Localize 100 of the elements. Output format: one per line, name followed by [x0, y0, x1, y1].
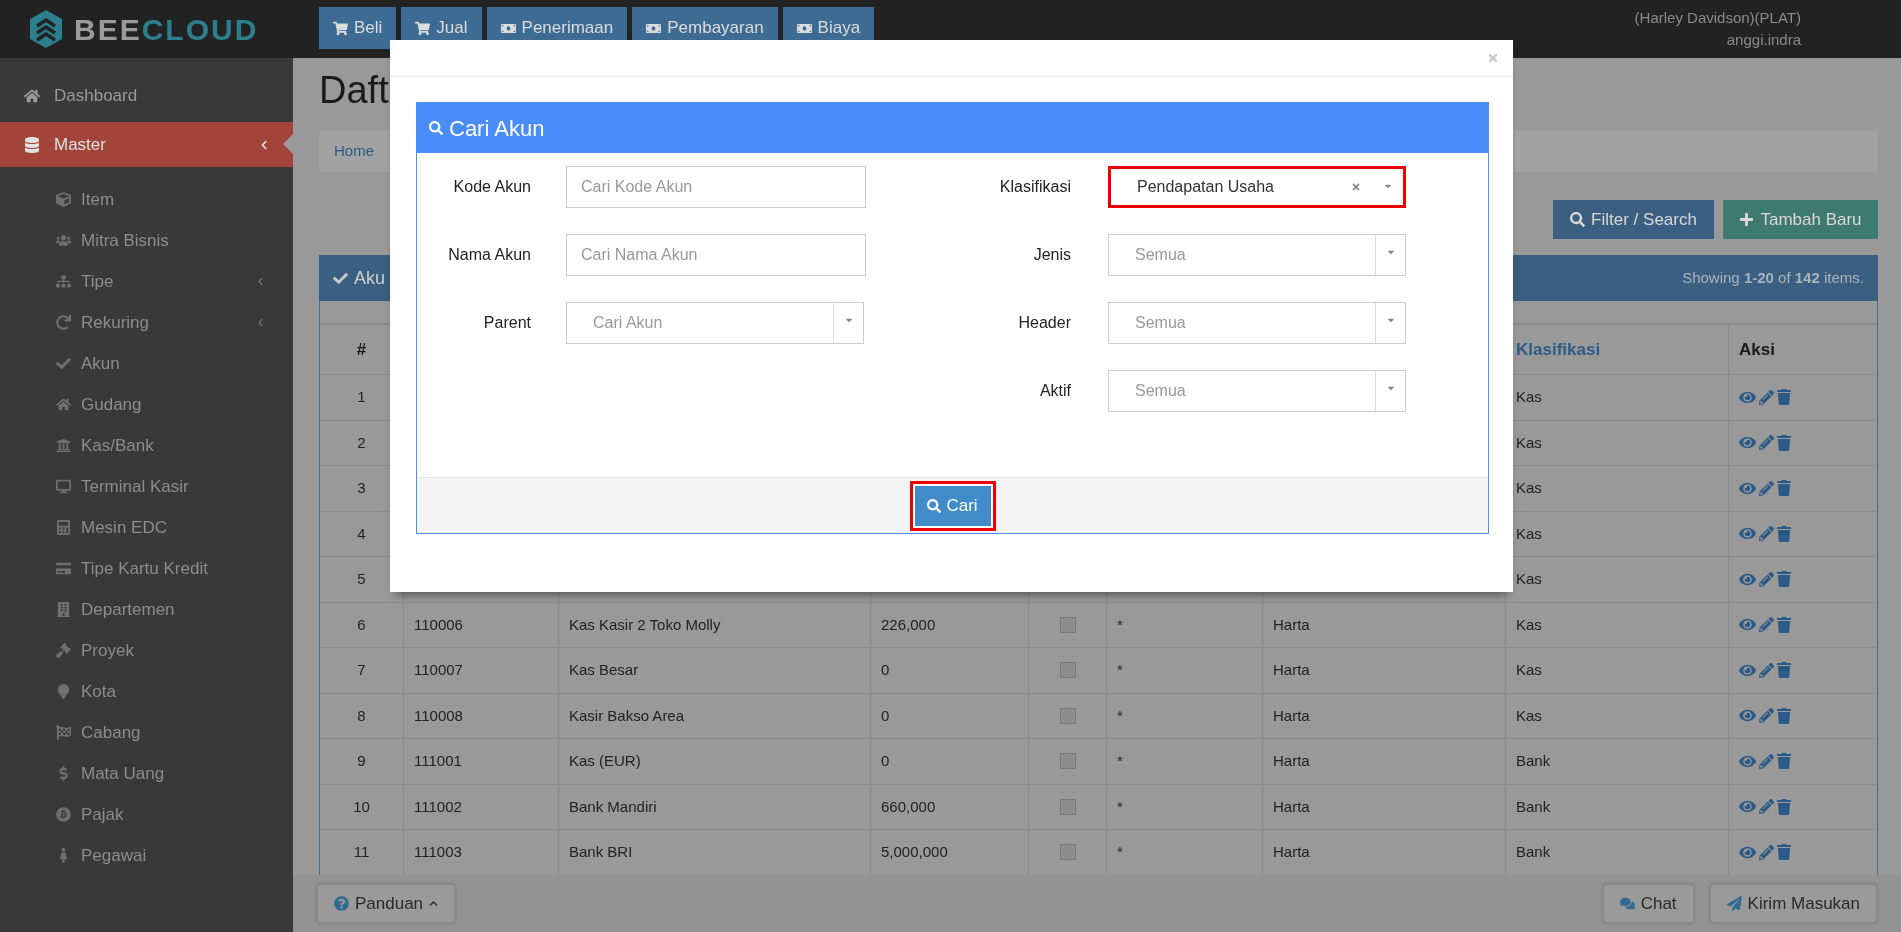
trash-icon[interactable]: [1777, 480, 1791, 497]
table-cell-text: Kas (EUR): [569, 751, 641, 771]
chevron-left-icon: [259, 139, 269, 150]
company-name: (Harley Davidson)(PLAT): [1634, 8, 1801, 28]
sidebar-item[interactable]: Dashboard: [0, 73, 293, 118]
table-cell-text: 226,000: [881, 614, 936, 635]
sidebar-subitem[interactable]: Kas/Bank: [0, 425, 293, 466]
table-cell-text: 0: [881, 660, 890, 680]
trash-icon[interactable]: [1777, 525, 1791, 542]
sidebar-item[interactable]: Master: [0, 122, 293, 167]
sidebar-subitem[interactable]: Proyek: [0, 630, 293, 671]
sidebar-subitem[interactable]: Pajak: [0, 794, 293, 835]
pencil-icon[interactable]: [1759, 708, 1774, 724]
trash-icon[interactable]: [1777, 662, 1791, 679]
pagination-summary: Showing 1-20 of 142 items.: [1682, 267, 1864, 288]
sidebar-subitem[interactable]: Departemen: [0, 589, 293, 630]
pencil-icon[interactable]: [1759, 799, 1774, 815]
sidebar-subitem[interactable]: Mata Uang: [0, 753, 293, 794]
close-icon[interactable]: [1487, 52, 1499, 64]
pencil-icon[interactable]: [1759, 526, 1774, 542]
table-cell-text: 10: [353, 796, 370, 817]
pencil-icon[interactable]: [1759, 435, 1774, 451]
checkbox[interactable]: [1059, 707, 1076, 724]
sidebar-subitem[interactable]: Kota: [0, 671, 293, 712]
sidebar-subitem[interactable]: Akun: [0, 343, 293, 384]
sidebar-subitem[interactable]: Mesin EDC: [0, 507, 293, 548]
pencil-icon[interactable]: [1759, 617, 1774, 633]
field-label: Parent: [482, 313, 531, 333]
pencil-icon[interactable]: [1759, 389, 1774, 405]
building-icon: [56, 602, 71, 617]
database-icon: [24, 136, 40, 153]
trash-icon[interactable]: [1777, 798, 1791, 815]
table-cell-text: Kas: [1516, 660, 1542, 680]
chevron-up-icon: [429, 899, 439, 908]
trash-icon[interactable]: [1777, 389, 1791, 406]
table-cell-text: 110007: [414, 660, 463, 680]
select-field[interactable]: Cari Akun: [566, 302, 864, 344]
checkbox[interactable]: [1059, 798, 1076, 815]
sidebar-subitem[interactable]: Tipe Kartu Kredit: [0, 548, 293, 589]
sidebar-subitem[interactable]: Terminal Kasir: [0, 466, 293, 507]
check-icon: [56, 356, 71, 371]
column-header[interactable]: Klasifikasi: [1516, 336, 1601, 363]
select-field[interactable]: Pendapatan Usaha: [1108, 166, 1406, 208]
footer-button[interactable]: Panduan: [315, 882, 458, 925]
select-field[interactable]: Semua: [1108, 302, 1406, 344]
trash-icon[interactable]: [1777, 753, 1791, 770]
select-field[interactable]: Semua: [1108, 370, 1406, 412]
checkbox[interactable]: [1059, 616, 1076, 633]
table-cell-text: 8: [357, 705, 366, 726]
chevron-left-icon: [256, 318, 265, 327]
table-cell-text: Kasir Bakso Area: [569, 705, 685, 726]
pencil-icon[interactable]: [1759, 480, 1774, 496]
trash-icon[interactable]: [1777, 434, 1791, 451]
search-button[interactable]: Cari: [912, 483, 993, 528]
sidebar-subitem[interactable]: Rekuring: [0, 302, 293, 343]
checkbox[interactable]: [1059, 753, 1076, 770]
table-cell-text: *: [1117, 751, 1123, 771]
cube-icon: [56, 192, 71, 207]
pencil-icon[interactable]: [1759, 571, 1774, 587]
table-cell-text: Kas Kasir 2 Toko Molly: [569, 614, 721, 635]
field-label: Kode Akun: [452, 177, 531, 197]
trash-icon[interactable]: [1777, 616, 1791, 633]
active-pointer-icon: [283, 134, 293, 154]
map-pin-icon: [56, 684, 71, 699]
checkbox[interactable]: [1059, 662, 1076, 679]
text-input[interactable]: Cari Kode Akun: [566, 166, 866, 208]
action-button[interactable]: Filter / Search: [1553, 200, 1714, 239]
page-title: Daft: [319, 67, 389, 113]
sidebar-subitem[interactable]: Pegawai: [0, 835, 293, 876]
table-cell-text: Kas: [1516, 614, 1542, 635]
search-icon: [1570, 212, 1586, 227]
text-input[interactable]: Cari Nama Akun: [566, 234, 866, 276]
sidebar-subitem[interactable]: Cabang: [0, 712, 293, 753]
footer-button[interactable]: Chat: [1600, 882, 1696, 925]
pencil-icon[interactable]: [1759, 753, 1774, 769]
table-cell-text: 1: [357, 387, 366, 407]
sidebar-subitem[interactable]: Mitra Bisnis: [0, 220, 293, 261]
sidebar-subitem[interactable]: Tipe: [0, 261, 293, 302]
table-cell-text: Kas: [1516, 569, 1542, 589]
footer-button[interactable]: Kirim Masukan: [1707, 882, 1879, 925]
nav-button[interactable]: Beli: [319, 7, 397, 49]
checkbox[interactable]: [1059, 844, 1076, 861]
pencil-icon[interactable]: [1759, 844, 1774, 860]
table-cell-text: Harta: [1273, 705, 1310, 726]
trash-icon[interactable]: [1777, 844, 1791, 861]
trash-icon[interactable]: [1777, 707, 1791, 724]
trash-icon[interactable]: [1777, 571, 1791, 588]
table-cell-text: 0: [881, 751, 890, 771]
sidebar-subitem[interactable]: Gudang: [0, 384, 293, 425]
search-icon: [429, 121, 443, 135]
user-name: anggi.indra: [1726, 30, 1801, 50]
table-cell-text: 4: [357, 523, 366, 544]
clear-icon[interactable]: [1351, 182, 1361, 192]
chat-bubbles-icon: [1619, 896, 1635, 911]
pencil-icon[interactable]: [1759, 662, 1774, 678]
action-button[interactable]: Tambah Baru: [1723, 200, 1878, 239]
table-cell-text: Kas: [1516, 523, 1542, 544]
select-field[interactable]: Semua: [1108, 234, 1406, 276]
breadcrumb-link[interactable]: Home: [334, 140, 374, 163]
sidebar-subitem[interactable]: Item: [0, 179, 293, 220]
